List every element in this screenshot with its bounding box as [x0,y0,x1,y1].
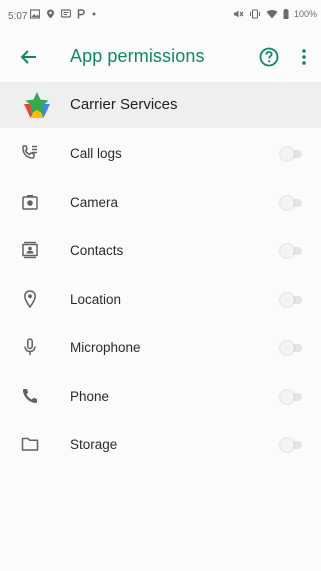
vibrate-icon [249,9,260,19]
toggle-thumb [280,438,294,452]
help-icon [259,47,279,67]
mute-icon [233,10,244,18]
camera-icon [22,194,38,210]
permission-toggle-storage[interactable] [280,438,302,452]
help-button[interactable] [257,45,281,69]
status-time: 5:07 [8,11,28,22]
permission-label: Phone [70,388,110,404]
battery-icon [283,9,289,19]
status-notification-icons [30,9,97,19]
page-title: App permissions [70,46,205,66]
permission-row-camera[interactable]: Camera [0,179,321,228]
contacts-icon [22,241,38,259]
permission-row-microphone[interactable]: Microphone [0,324,321,373]
toggle-thumb [280,244,294,258]
permission-toggle-camera[interactable] [280,195,302,210]
app-bar: App permissions [0,36,321,78]
permission-label: Location [70,291,122,307]
permission-toggle-contacts[interactable] [280,244,302,258]
toggle-thumb [280,147,294,161]
permission-toggle-call-logs[interactable] [280,147,302,161]
phone-icon [23,388,37,403]
app-name: Carrier Services [70,96,178,113]
permission-row-storage[interactable]: Storage [0,421,321,470]
app-permissions-screen: 5:07 100% App permissions Carrier Servic… [0,0,321,571]
permission-toggle-phone[interactable] [280,389,302,404]
folder-icon [21,437,39,451]
status-system-icons: 100% [233,9,317,19]
permission-label: Microphone [70,340,141,355]
location-icon [24,289,36,308]
more-vert-icon [302,49,306,65]
overflow-menu-button[interactable] [297,45,311,69]
toggle-thumb [280,195,294,210]
dot-icon [92,12,96,16]
permission-label: Storage [70,437,118,452]
status-bar: 5:07 100% [0,0,321,36]
image-icon [30,9,40,19]
toggle-thumb [280,341,294,355]
permission-toggle-location[interactable] [280,292,302,307]
toggle-thumb [280,389,294,404]
permission-label: Call logs [70,146,122,161]
toggle-thumb [280,292,294,307]
back-button[interactable] [18,46,40,68]
permission-label: Contacts [70,243,124,258]
permission-row-location[interactable]: Location [0,276,321,325]
permission-label: Camera [70,194,119,210]
microphone-icon [24,338,36,355]
location-pin-icon [47,9,54,19]
permission-row-call-logs[interactable]: Call logs [0,130,321,179]
wifi-icon [266,9,278,19]
carrier-services-logo [24,92,50,118]
arrow-back-icon [20,50,36,64]
call-log-icon [22,145,37,159]
permission-list: Call logs Camera Contacts Location Micro… [0,130,321,470]
permission-row-contacts[interactable]: Contacts [0,227,321,276]
p-icon [77,9,85,19]
permission-toggle-microphone[interactable] [280,341,302,355]
permission-row-phone[interactable]: Phone [0,373,321,422]
app-header: Carrier Services [0,82,321,128]
battery-percent: 100% [293,9,317,19]
message-icon [61,9,71,18]
